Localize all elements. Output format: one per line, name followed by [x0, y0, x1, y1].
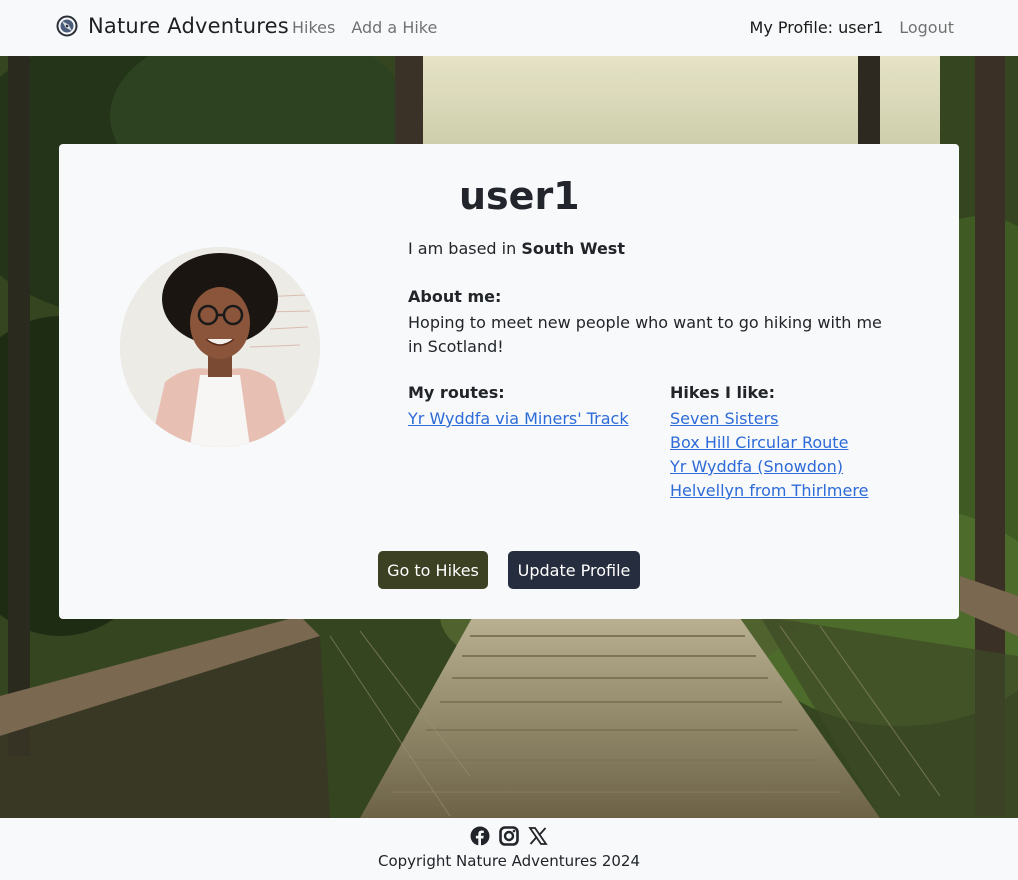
profile-avatar	[120, 247, 320, 447]
location-region: South West	[521, 239, 625, 258]
x-icon[interactable]	[528, 826, 548, 846]
nav-add-hike-link[interactable]: Add a Hike	[351, 18, 437, 37]
liked-hike-link[interactable]: Seven Sisters	[670, 409, 779, 428]
routes-heading: My routes:	[408, 383, 505, 402]
liked-hike-link[interactable]: Box Hill Circular Route	[670, 433, 848, 452]
about-heading: About me:	[408, 287, 502, 306]
nav-profile-link[interactable]: My Profile: user1	[750, 18, 884, 37]
nav-logout-link[interactable]: Logout	[899, 18, 954, 37]
liked-hike-item: Seven Sisters	[670, 407, 868, 431]
location-prefix: I am based in	[408, 239, 517, 258]
go-to-hikes-button[interactable]: Go to Hikes	[378, 551, 488, 589]
brand-link[interactable]: Nature Adventures	[56, 14, 289, 38]
footer: Copyright Nature Adventures 2024	[0, 818, 1018, 880]
instagram-icon[interactable]	[499, 826, 519, 846]
liked-hike-item: Helvellyn from Thirlmere	[670, 479, 868, 503]
social-links	[470, 826, 548, 846]
nav-main-links: Hikes Add a Hike	[292, 18, 437, 37]
liked-hike-item: Yr Wyddfa (Snowdon)	[670, 455, 868, 479]
about-text: Hoping to meet new people who want to go…	[408, 313, 882, 356]
profile-location: I am based in South West	[408, 239, 625, 258]
update-profile-button[interactable]: Update Profile	[508, 551, 640, 589]
route-item: Yr Wyddfa via Miners' Track	[408, 407, 629, 431]
navbar: Nature Adventures Hikes Add a Hike My Pr…	[0, 0, 1018, 56]
compass-icon	[56, 15, 78, 37]
facebook-icon[interactable]	[470, 826, 490, 846]
routes-list: Yr Wyddfa via Miners' Track	[408, 407, 629, 431]
liked-hike-item: Box Hill Circular Route	[670, 431, 868, 455]
avatar-photo	[120, 247, 320, 447]
copyright-text: Copyright Nature Adventures 2024	[377, 852, 641, 870]
nav-hikes-link[interactable]: Hikes	[292, 18, 335, 37]
liked-hike-link[interactable]: Helvellyn from Thirlmere	[670, 481, 868, 500]
profile-username: user1	[459, 174, 580, 218]
likes-heading: Hikes I like:	[670, 383, 775, 402]
profile-card: user1 I am based in South West About me:…	[59, 144, 959, 619]
liked-hike-link[interactable]: Yr Wyddfa (Snowdon)	[670, 457, 843, 476]
route-link[interactable]: Yr Wyddfa via Miners' Track	[408, 409, 629, 428]
nav-user-links: My Profile: user1 Logout	[750, 18, 954, 37]
brand-name: Nature Adventures	[88, 14, 289, 38]
likes-list: Seven Sisters Box Hill Circular Route Yr…	[670, 407, 868, 503]
